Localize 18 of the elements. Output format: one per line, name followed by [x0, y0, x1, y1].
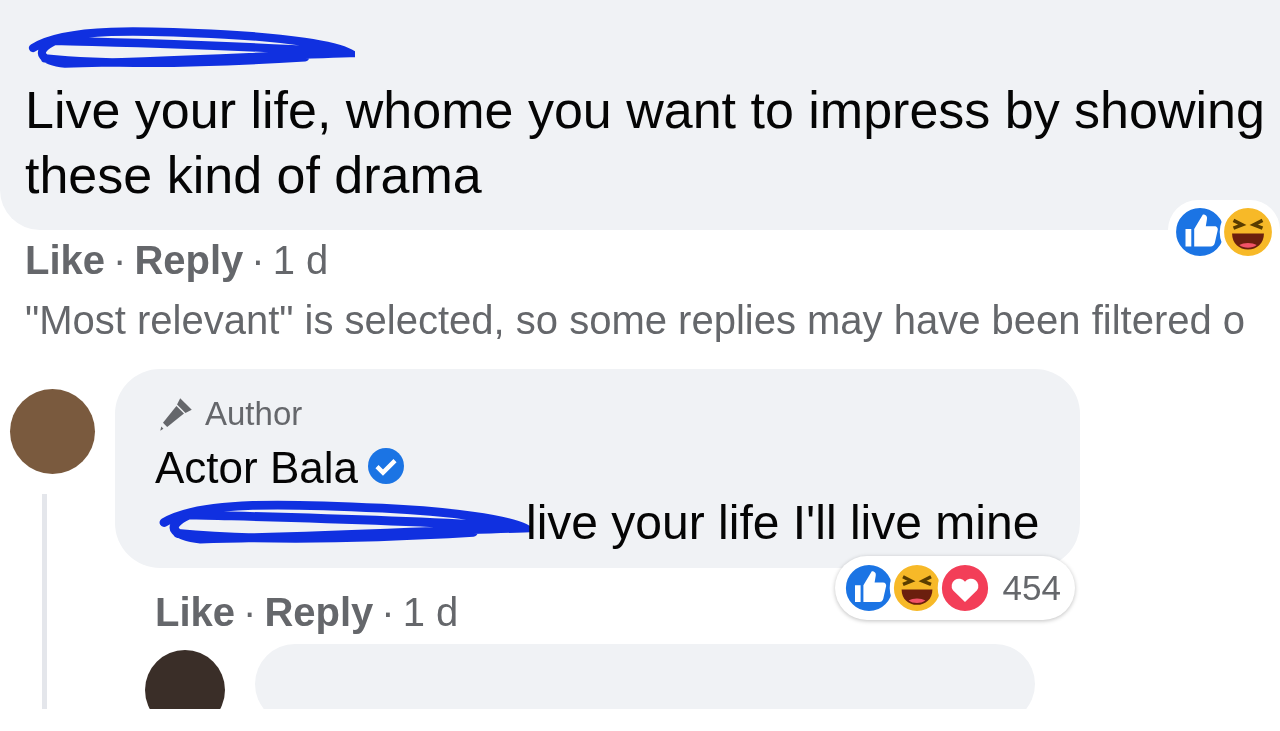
- separator: ·: [243, 589, 257, 636]
- separator: ·: [381, 589, 395, 636]
- reply-text: live your life I'll live mine: [526, 495, 1040, 550]
- separator: ·: [251, 237, 265, 284]
- reply-link[interactable]: Reply: [134, 236, 244, 284]
- comment-text: Live your life, whome you want to impress by showing these kind of drama: [25, 80, 1266, 206]
- avatar[interactable]: [145, 650, 225, 709]
- like-link[interactable]: Like: [25, 236, 106, 284]
- reaction-count: 454: [1002, 568, 1061, 608]
- author-label: Author: [205, 395, 303, 433]
- timestamp: 1 d: [402, 589, 459, 636]
- like-link[interactable]: Like: [155, 588, 236, 636]
- author-name[interactable]: Actor Bala: [155, 443, 358, 493]
- reply-link[interactable]: Reply: [264, 588, 374, 636]
- timestamp: 1 d: [272, 237, 329, 284]
- separator: ·: [113, 237, 127, 284]
- filter-notice: "Most relevant" is selected, so some replies may have been filtered o: [25, 298, 1246, 342]
- reactions-summary[interactable]: 454: [834, 556, 1075, 620]
